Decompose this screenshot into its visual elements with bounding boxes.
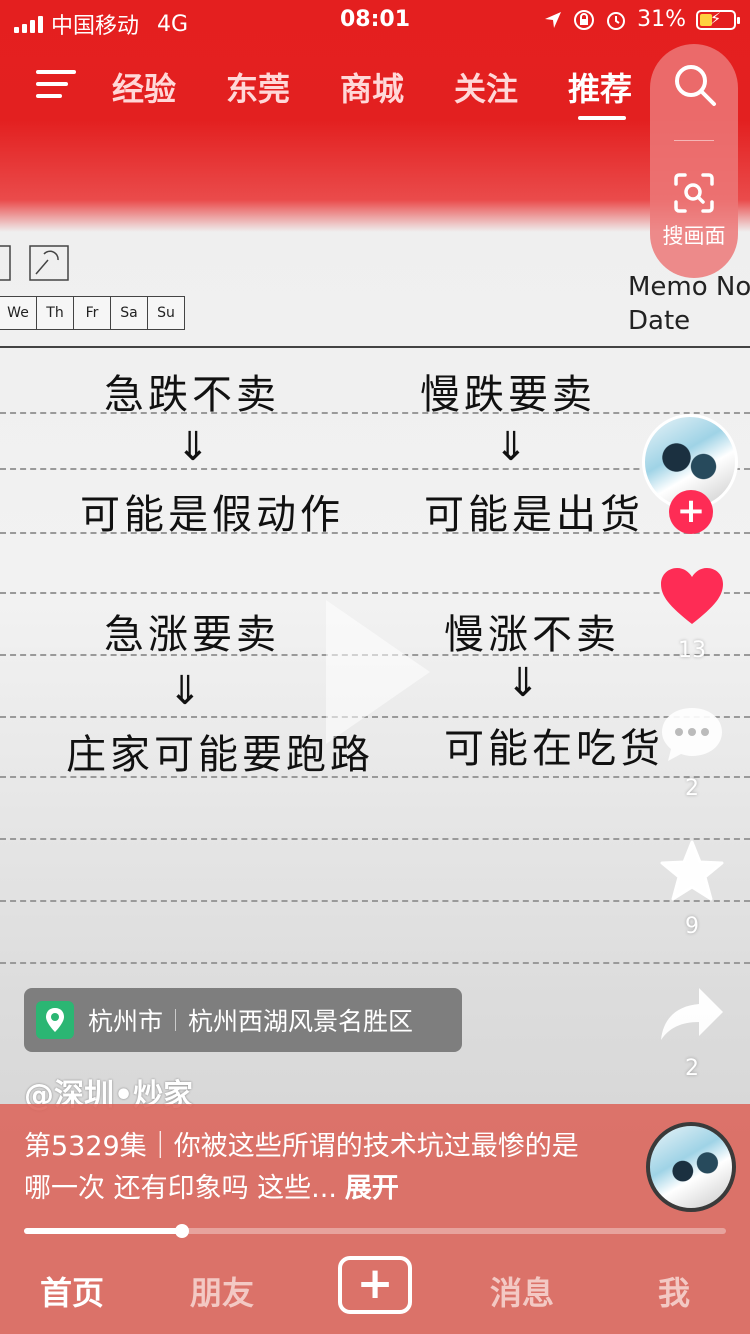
comment-count: 2 [685,776,699,801]
location-city: 杭州市 [88,1007,164,1036]
star-icon [660,840,724,901]
image-search-icon[interactable] [673,172,715,214]
paper-rule [0,962,750,964]
comment-icon [662,708,722,761]
tab-recommended[interactable]: 推荐 [568,64,632,110]
video-feed-screen[interactable]: 中国移动 4G 08:01 31% ⚡ 经验 东莞 商城 关注 推荐 搜画面 W… [0,0,750,1334]
search-icon[interactable] [672,62,718,108]
paper-rule [0,468,750,470]
weekday-cell: Th [36,296,74,330]
favorite-count: 9 [685,914,699,939]
handwriting-line: 慢跌要卖 [420,372,596,418]
location-tag[interactable]: 杭州市 杭州西湖风景名胜区 [24,988,462,1052]
search-divider [674,140,714,141]
expand-button[interactable]: 展开 [345,1173,399,1204]
bottom-nav: 首页 朋友 + 消息 我 [0,1246,750,1334]
date-label: Date [628,306,691,336]
rotation-lock-icon [574,9,595,30]
music-disc[interactable] [646,1122,736,1212]
video-progress-bar[interactable] [24,1224,726,1238]
memo-header: Memo No Date [628,270,750,338]
down-arrow-icon: ⇓ [168,668,202,714]
handwriting-line: 可能在吃货 [444,726,664,772]
location-divider [175,1009,177,1031]
handwriting-line: 可能是出货 [424,492,644,538]
nav-messages[interactable]: 消息 [490,1268,554,1314]
handwriting-line: 慢涨不卖 [444,612,620,658]
weekday-row: We Th Fr Sa Su [0,296,185,330]
paper-top-rule [0,346,750,348]
status-bar: 中国移动 4G 08:01 31% ⚡ [0,0,750,40]
follow-plus-icon[interactable]: + [669,490,713,534]
location-place: 杭州西湖风景名胜区 [188,1007,414,1036]
nav-home[interactable]: 首页 [40,1268,104,1314]
like-button[interactable]: 13 [650,566,734,663]
favorite-button[interactable]: 9 [650,840,734,939]
image-search-label[interactable]: 搜画面 [650,220,738,250]
notebook-sketch-icon [0,245,69,281]
paper-rule [0,900,750,902]
heart-icon [661,568,723,624]
search-panel: 搜画面 [650,44,738,278]
handwriting-line: 可能是假动作 [80,492,344,538]
location-pin-icon [36,1001,74,1039]
alarm-icon [607,11,626,30]
active-tab-indicator [578,116,626,120]
weekday-cell: Su [147,296,185,330]
handwriting-line: 急跌不卖 [104,372,280,418]
share-icon [661,988,723,1040]
location-arrow-icon [545,11,562,28]
video-progress-handle[interactable] [174,1224,189,1238]
down-arrow-icon: ⇓ [176,424,210,470]
tab-dongguan[interactable]: 东莞 [226,64,290,110]
down-arrow-icon: ⇓ [506,660,540,706]
menu-icon[interactable] [36,70,76,100]
weekday-cell: Fr [73,296,111,330]
battery-icon: ⚡ [696,9,740,30]
down-arrow-icon: ⇓ [494,424,528,470]
tab-following[interactable]: 关注 [454,64,518,110]
play-icon[interactable] [326,600,430,744]
video-progress-fill [24,1228,182,1234]
create-plus-button[interactable]: + [338,1256,412,1314]
battery-percent: 31% [637,7,686,32]
weekday-cell: We [0,296,37,330]
nav-friends[interactable]: 朋友 [190,1268,254,1314]
share-button[interactable]: 2 [650,984,734,1081]
memo-no-label: Memo No [628,272,750,302]
weekday-cell: Sa [110,296,148,330]
paper-rule [0,592,750,594]
top-nav: 经验 东莞 商城 关注 推荐 [0,56,750,126]
share-count: 2 [685,1056,699,1081]
paper-rule [0,838,750,840]
tab-mall[interactable]: 商城 [340,64,404,110]
like-count: 13 [678,638,706,663]
video-caption[interactable]: 第5329集｜你被这些所谓的技术坑过最惨的是哪一次 还有印象吗 这些... 展开 [24,1126,584,1210]
nav-me[interactable]: 我 [658,1268,690,1314]
handwriting-line: 急涨要卖 [104,612,280,658]
tab-experience[interactable]: 经验 [112,64,176,110]
caption-text: 第5329集｜你被这些所谓的技术坑过最惨的是哪一次 还有印象吗 这些... [24,1131,579,1204]
comment-button[interactable]: 2 [650,704,734,801]
